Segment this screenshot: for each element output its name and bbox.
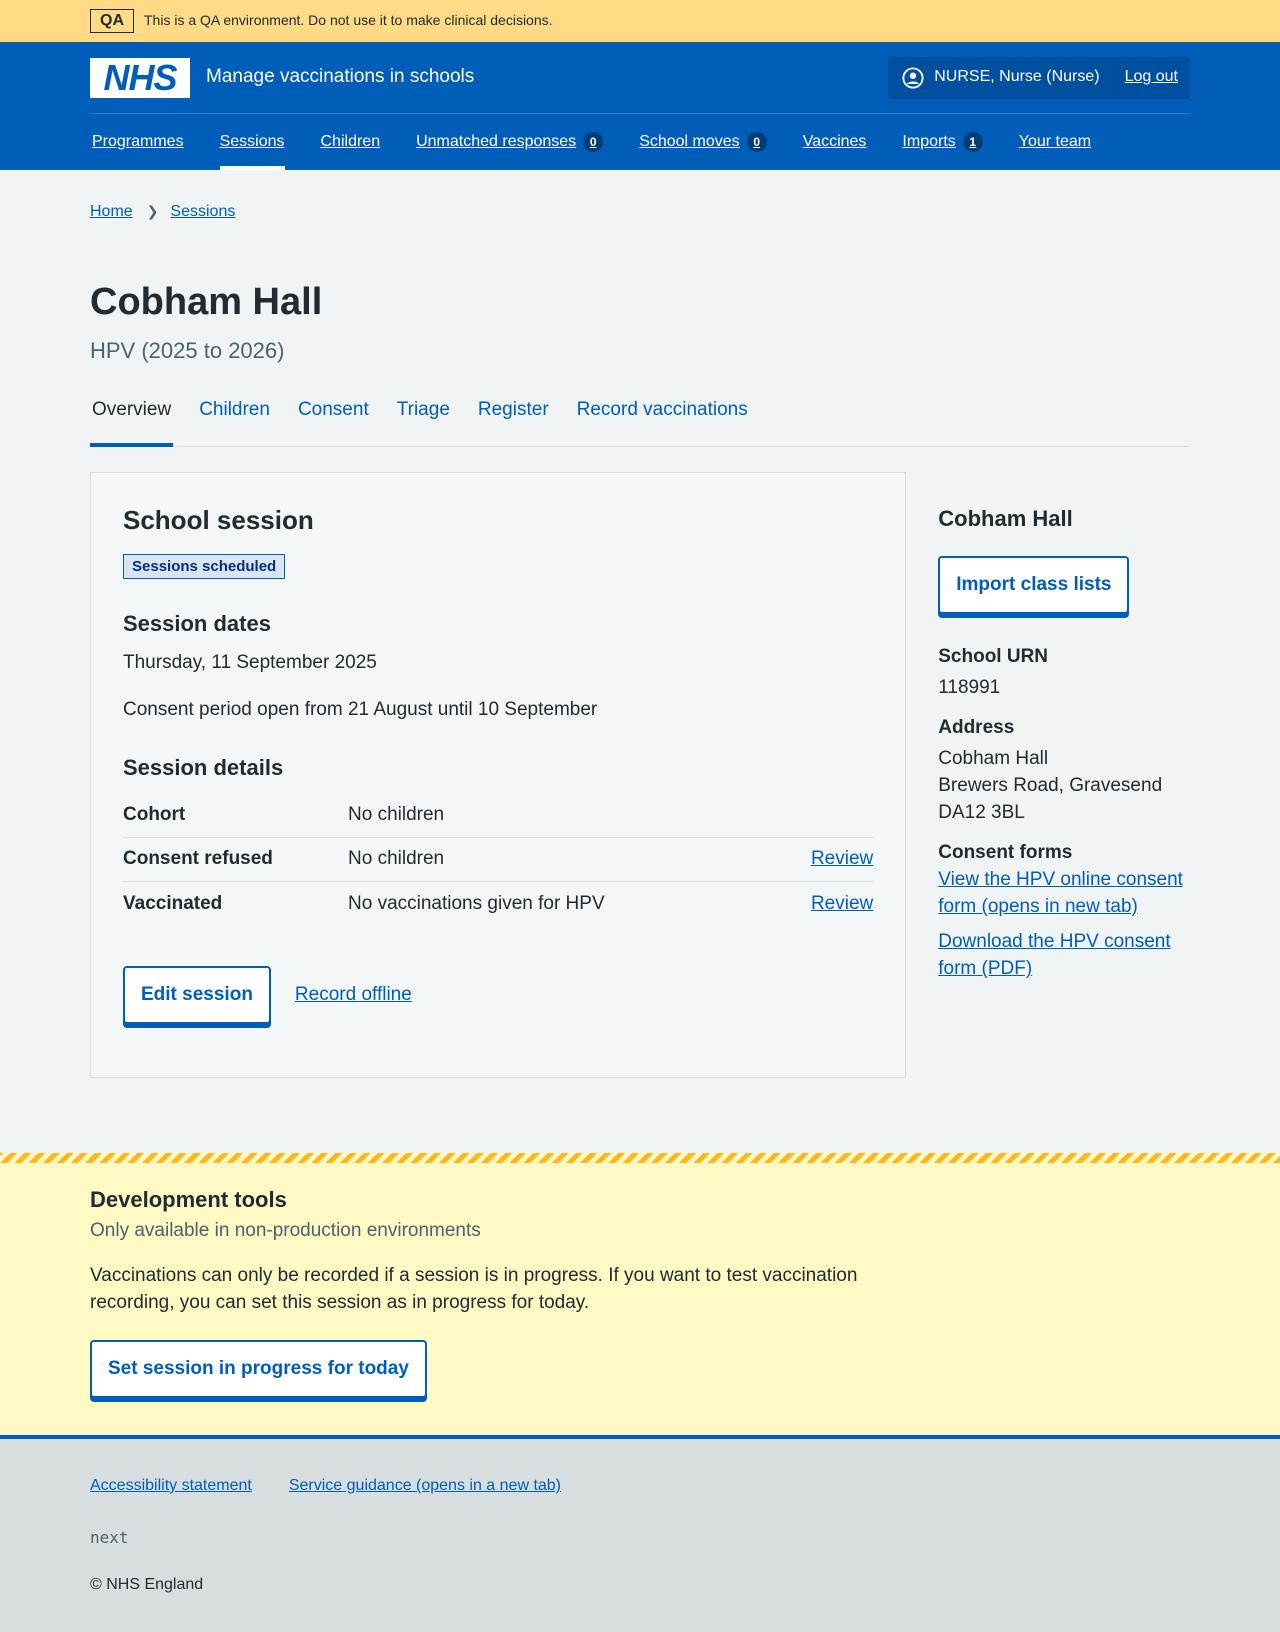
qa-banner: QA This is a QA environment. Do not use … bbox=[0, 0, 1280, 42]
summary-row-consent-refused: Consent refused No children Review bbox=[123, 838, 874, 883]
warning-stripe bbox=[0, 1153, 1280, 1163]
copyright: © NHS England bbox=[90, 1575, 204, 1593]
review-consent-refused-link[interactable]: Review bbox=[811, 846, 873, 873]
summary-row-vaccinated: Vaccinated No vaccinations given for HPV… bbox=[123, 882, 873, 926]
school-moves-count-badge: 0 bbox=[746, 132, 767, 152]
nav-children[interactable]: Children bbox=[321, 114, 381, 170]
nav-your-team[interactable]: Your team bbox=[1019, 114, 1091, 170]
nav-vaccines[interactable]: Vaccines bbox=[803, 114, 867, 170]
breadcrumb: Home ❯ Sessions bbox=[90, 170, 1190, 230]
nav-imports-label: Imports bbox=[902, 132, 956, 150]
page-caption: HPV (2025 to 2026) bbox=[90, 337, 285, 363]
card-title: School session bbox=[123, 504, 314, 535]
sidebar-title: Cobham Hall bbox=[938, 505, 1073, 531]
summary-value: No vaccinations given for HPV bbox=[348, 892, 605, 914]
main-content: Home ❯ Sessions Cobham Hall HPV (2025 to… bbox=[90, 170, 1190, 1078]
qa-banner-text: This is a QA environment. Do not use it … bbox=[144, 12, 553, 29]
session-details-list: Cohort No children Consent refused No ch… bbox=[123, 794, 874, 926]
account-user: NURSE, Nurse (Nurse) bbox=[888, 56, 1113, 99]
user-icon bbox=[902, 66, 924, 89]
accessibility-statement-link[interactable]: Accessibility statement bbox=[90, 1475, 252, 1497]
record-offline-link[interactable]: Record offline bbox=[295, 982, 412, 1009]
summary-value: No children bbox=[348, 804, 445, 826]
home-link[interactable]: NHS Manage vaccinations in schools bbox=[90, 56, 475, 98]
urn-label: School URN bbox=[938, 646, 1049, 668]
school-sidebar: Cobham Hall Import class lists School UR… bbox=[938, 472, 1190, 1078]
address-line: Cobham Hall bbox=[938, 747, 1049, 769]
address-label: Address bbox=[938, 716, 1015, 738]
tab-consent[interactable]: Consent bbox=[298, 395, 369, 446]
nav-unmatched-label: Unmatched responses bbox=[416, 132, 577, 150]
tab-record-vaccinations[interactable]: Record vaccinations bbox=[577, 395, 748, 446]
tab-overview[interactable]: Overview bbox=[90, 395, 174, 447]
nav-imports[interactable]: Imports 1 bbox=[902, 114, 983, 170]
site-header: NHS Manage vaccinations in schools NURSE… bbox=[0, 42, 1280, 170]
tab-register[interactable]: Register bbox=[478, 395, 549, 446]
session-dates-heading: Session dates bbox=[123, 611, 271, 637]
nav-school-moves-label: School moves bbox=[639, 132, 740, 150]
view-online-consent-form-link[interactable]: View the HPV online consent form (opens … bbox=[938, 866, 1190, 920]
service-name: Manage vaccinations in schools bbox=[206, 66, 475, 88]
status-badge: Sessions scheduled bbox=[123, 553, 286, 579]
tab-children[interactable]: Children bbox=[199, 395, 270, 446]
summary-value: No children bbox=[348, 848, 445, 870]
secondary-nav: Overview Children Consent Triage Registe… bbox=[90, 395, 1190, 447]
summary-key: Cohort bbox=[123, 804, 186, 826]
download-consent-form-link[interactable]: Download the HPV consent form (PDF) bbox=[938, 928, 1190, 982]
consent-forms-label: Consent forms bbox=[938, 841, 1073, 863]
dev-tools-title: Development tools bbox=[90, 1187, 287, 1212]
set-session-in-progress-button[interactable]: Set session in progress for today bbox=[90, 1340, 427, 1399]
chevron-right-icon: ❯ bbox=[146, 203, 159, 220]
account-bar: NURSE, Nurse (Nurse) Log out bbox=[888, 56, 1190, 99]
qa-tag: QA bbox=[90, 9, 134, 33]
session-details-heading: Session details bbox=[123, 755, 284, 781]
dev-tools-text: Vaccinations can only be recorded if a s… bbox=[90, 1265, 858, 1314]
breadcrumb-sessions[interactable]: Sessions bbox=[170, 201, 235, 223]
nhs-logo-text: NHS bbox=[103, 56, 177, 98]
page-title: Cobham Hall bbox=[90, 281, 323, 323]
unmatched-count-badge: 0 bbox=[583, 132, 604, 152]
logout-link[interactable]: Log out bbox=[1113, 66, 1190, 88]
summary-row-cohort: Cohort No children bbox=[123, 794, 874, 839]
site-footer: Accessibility statement Service guidance… bbox=[0, 1435, 1280, 1632]
consent-period: Consent period open from 21 August until… bbox=[123, 698, 598, 720]
edit-session-button[interactable]: Edit session bbox=[123, 966, 271, 1025]
tab-triage[interactable]: Triage bbox=[397, 395, 450, 446]
nav-school-moves[interactable]: School moves 0 bbox=[639, 114, 767, 170]
breadcrumb-home[interactable]: Home bbox=[90, 201, 133, 223]
version-label: next bbox=[90, 1528, 129, 1548]
import-class-lists-button[interactable]: Import class lists bbox=[938, 556, 1130, 615]
address-line: DA12 3BL bbox=[938, 801, 1025, 823]
address-line: Brewers Road, Gravesend bbox=[938, 774, 1163, 796]
primary-nav: Programmes Sessions Children Unmatched r… bbox=[90, 113, 1190, 170]
summary-key: Vaccinated bbox=[123, 892, 223, 914]
school-session-card: School session Sessions scheduled Sessio… bbox=[90, 471, 907, 1078]
review-vaccinated-link[interactable]: Review bbox=[811, 891, 873, 918]
nav-sessions[interactable]: Sessions bbox=[219, 114, 285, 170]
nhs-logo: NHS bbox=[90, 56, 190, 98]
user-name: NURSE, Nurse (Nurse) bbox=[934, 68, 1100, 86]
nav-unmatched-responses[interactable]: Unmatched responses 0 bbox=[416, 114, 604, 170]
urn-value: 118991 bbox=[938, 676, 1001, 698]
session-date: Thursday, 11 September 2025 bbox=[123, 652, 377, 674]
development-tools: Development tools Only available in non-… bbox=[0, 1153, 1280, 1435]
imports-count-badge: 1 bbox=[962, 132, 983, 152]
summary-key: Consent refused bbox=[123, 848, 273, 870]
nav-programmes[interactable]: Programmes bbox=[92, 114, 184, 170]
dev-tools-caption: Only available in non-production environ… bbox=[90, 1219, 481, 1241]
service-guidance-link[interactable]: Service guidance (opens in a new tab) bbox=[289, 1475, 561, 1497]
